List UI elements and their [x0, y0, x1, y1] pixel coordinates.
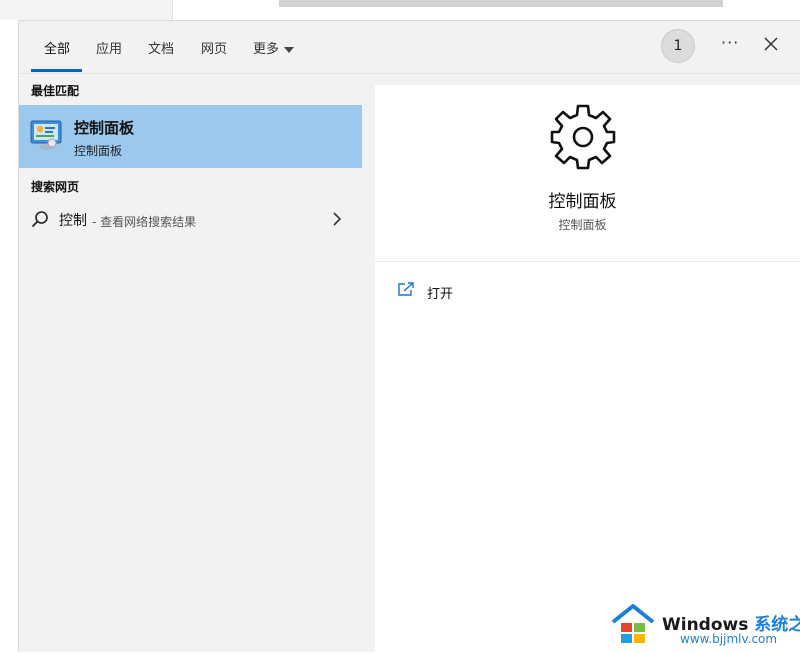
detail-title: 控制面板: [548, 192, 617, 212]
best-match-subtitle: 控制面板: [74, 144, 123, 158]
chevron-right-icon[interactable]: [331, 211, 343, 227]
gear-icon: [550, 104, 616, 170]
rewards-badge[interactable]: 1: [661, 29, 695, 63]
best-match-item[interactable]: 控制面板 控制面板: [19, 105, 362, 168]
tab-more-label: 更多: [253, 42, 280, 57]
detail-pane: 控制面板 控制面板 打开: [375, 85, 800, 653]
tab-web[interactable]: 网页: [201, 38, 227, 57]
best-match-title: 控制面板: [74, 119, 135, 137]
tab-apps[interactable]: 应用: [96, 38, 122, 57]
background-window: [0, 0, 800, 20]
search-panel: 全部 应用 文档 网页 更多 1 ··· 最佳匹配 控制面板 控制面板 搜索网页: [18, 20, 800, 653]
control-panel-icon: [30, 120, 62, 150]
best-match-heading: 最佳匹配: [31, 84, 80, 98]
tab-all[interactable]: 全部: [44, 38, 70, 57]
open-icon: [398, 282, 414, 296]
web-search-heading: 搜索网页: [31, 180, 80, 194]
web-search-hint: - 查看网络搜索结果: [92, 215, 197, 229]
site-watermark: Windows 系统之家 www.bjjmlv.com: [610, 602, 800, 652]
tab-more[interactable]: 更多: [253, 38, 295, 57]
close-icon[interactable]: [761, 34, 781, 54]
search-icon: [31, 211, 48, 228]
caret-down-icon: [284, 46, 295, 53]
open-action-label: 打开: [427, 287, 454, 302]
background-bar: [279, 0, 723, 7]
web-search-item[interactable]: 控制 - 查看网络搜索结果: [19, 201, 362, 237]
web-search-query: 控制: [59, 213, 87, 229]
more-options-button[interactable]: ···: [721, 33, 739, 52]
watermark-url: www.bjjmlv.com: [680, 632, 778, 646]
active-tab-indicator: [31, 69, 82, 72]
detail-divider: [375, 261, 800, 262]
windows-house-logo-icon: [611, 604, 655, 643]
search-header: 全部 应用 文档 网页 更多 1 ···: [19, 21, 800, 74]
tab-documents[interactable]: 文档: [148, 38, 174, 57]
detail-subtitle: 控制面板: [558, 218, 607, 232]
